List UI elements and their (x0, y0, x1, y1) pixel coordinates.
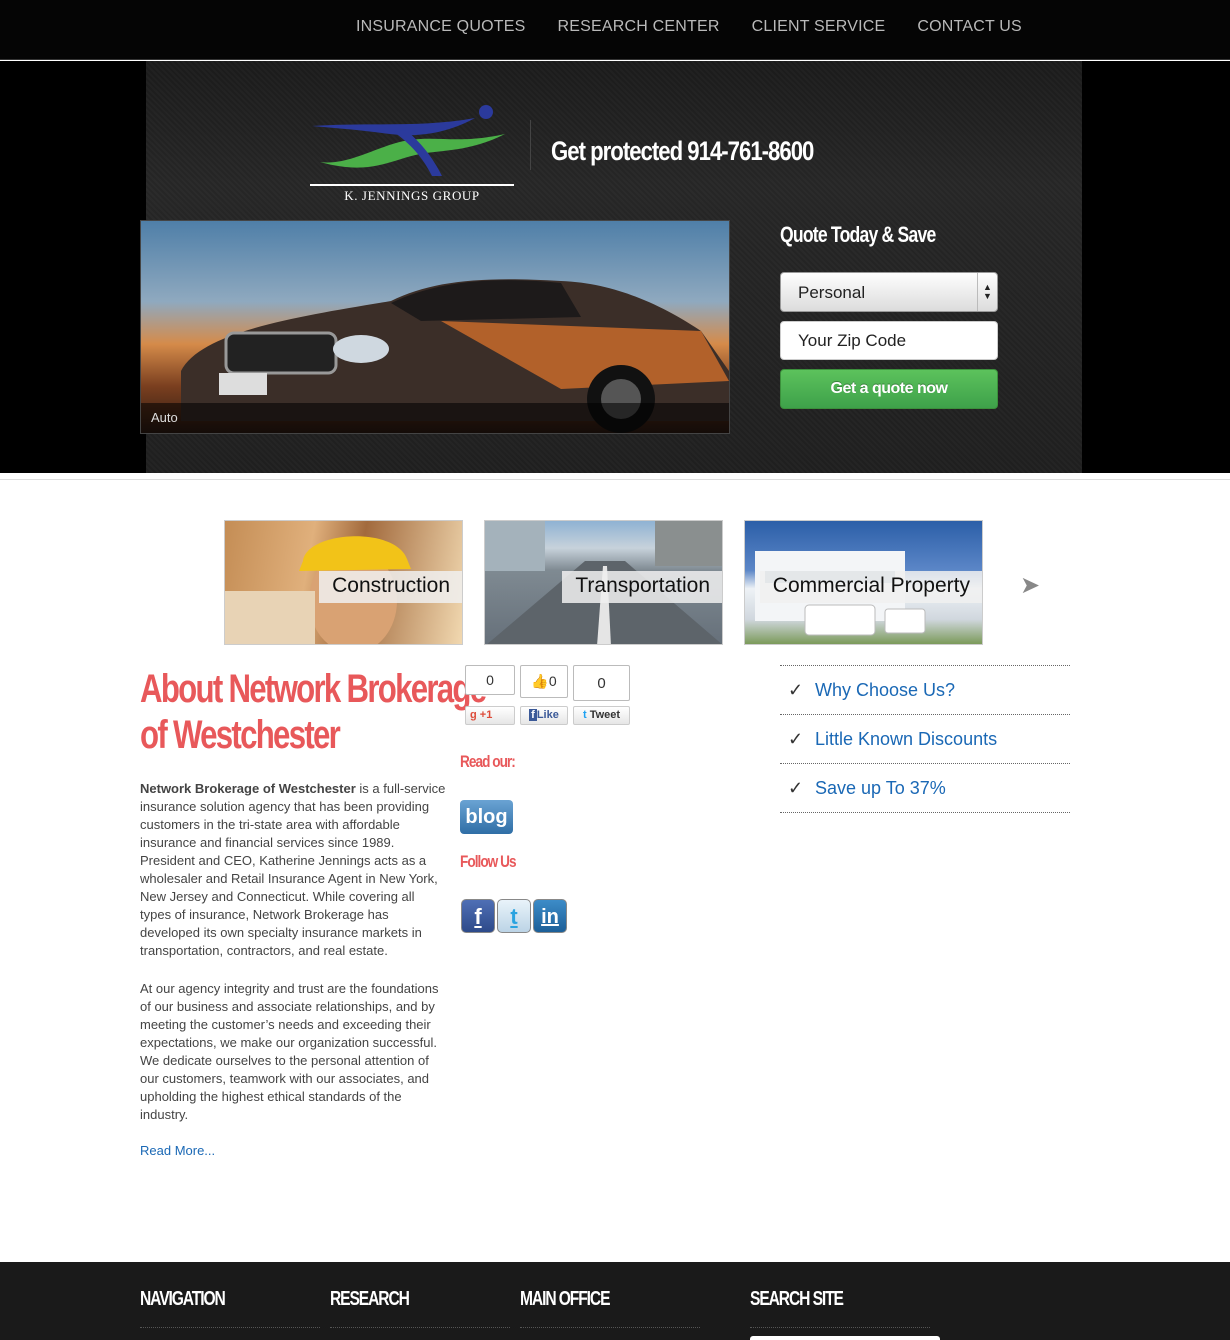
benefits-list: ✓ Why Choose Us? ✓ Little Known Discount… (780, 665, 1070, 813)
about-heading: About Network Brokerage of Westchester (140, 666, 487, 758)
facebook-small-icon: f (529, 709, 537, 721)
company-logo[interactable]: K. JENNINGS GROUP (310, 104, 514, 208)
facebook-icon[interactable]: f (461, 899, 495, 933)
logo-text: K. JENNINGS GROUP (344, 188, 480, 203)
twitter-icon[interactable]: t (497, 899, 531, 933)
footer-search-input[interactable] (750, 1336, 940, 1340)
benefit-item-why-choose-us: ✓ Why Choose Us? (780, 666, 1070, 715)
check-icon: ✓ (788, 679, 804, 700)
main-nav: INSURANCE QUOTES RESEARCH CENTER CLIENT … (340, 18, 1038, 36)
about-heading-line2: of Westchester (140, 713, 341, 757)
header-divider (530, 120, 531, 170)
phone-tagline: Get protected 914-761-8600 (551, 136, 814, 166)
footer-divider (140, 1327, 320, 1328)
quote-form-title: Quote Today & Save (780, 222, 936, 247)
tile-transportation[interactable]: Transportation (484, 520, 723, 645)
get-quote-button[interactable]: Get a quote now (780, 369, 998, 409)
top-nav-bar: INSURANCE QUOTES RESEARCH CENTER CLIENT … (0, 0, 1230, 60)
about-company-name: Network Brokerage of Westchester (140, 781, 356, 796)
facebook-like-count-box: 👍0 (520, 665, 568, 698)
thumbs-up-icon: 👍 (531, 673, 549, 689)
footer-divider (330, 1327, 510, 1328)
tile-construction[interactable]: Construction (224, 520, 463, 645)
footer-heading-navigation: NAVIGATION (140, 1288, 226, 1310)
footer-divider (520, 1327, 700, 1328)
about-paragraph-1-text: is a full-service insurance solution age… (140, 781, 446, 958)
tweet-label: Tweet (589, 709, 621, 721)
slide-caption: Auto (141, 403, 729, 433)
tile-label-commercial-property: Commercial Property (759, 571, 982, 603)
benefit-link-save[interactable]: Save up To 37% (815, 778, 946, 799)
facebook-like-button[interactable]: f Like (520, 706, 568, 725)
select-arrows-icon: ▲ ▼ (977, 273, 997, 311)
gplus-label: +1 (479, 709, 493, 721)
zip-code-input[interactable] (780, 321, 998, 360)
gplus-icon: g (470, 709, 477, 721)
about-paragraph-1: Network Brokerage of Westchester is a fu… (140, 780, 446, 960)
logo-swoosh-icon (312, 105, 505, 176)
read-our-heading: Read our: (460, 752, 516, 771)
hero-slider[interactable]: Auto (140, 220, 730, 434)
benefit-link-discounts[interactable]: Little Known Discounts (815, 729, 997, 750)
linkedin-icon[interactable]: in (533, 899, 567, 933)
nav-insurance-quotes[interactable]: INSURANCE QUOTES (356, 18, 525, 36)
gplus-count: 0 (465, 665, 515, 695)
carousel-next-arrow-icon[interactable]: ➤ (1020, 571, 1040, 600)
about-heading-line1: About Network Brokerage (140, 667, 487, 711)
like-count: 0 (548, 673, 557, 689)
like-label: Like (536, 709, 559, 721)
footer-divider (750, 1327, 930, 1328)
footer-heading-main-office: MAIN OFFICE (520, 1288, 610, 1310)
footer-heading-research: RESEARCH (330, 1288, 410, 1310)
follow-us-heading: Follow Us (460, 852, 517, 871)
tweet-count: 0 (573, 665, 630, 701)
tweet-button[interactable]: t Tweet (573, 706, 630, 725)
tile-label-construction: Construction (319, 571, 462, 603)
nav-research-center[interactable]: RESEARCH CENTER (557, 18, 719, 36)
nav-contact-us[interactable]: CONTACT US (917, 18, 1022, 36)
insurance-type-value: Personal (798, 283, 866, 302)
logo-underline (310, 184, 514, 186)
blog-icon[interactable]: blog (460, 800, 513, 834)
tile-commercial-property[interactable]: Commercial Property (744, 520, 983, 645)
benefit-link-why-choose-us[interactable]: Why Choose Us? (815, 680, 955, 701)
insurance-type-select[interactable]: Personal ▲ ▼ (780, 272, 998, 312)
benefit-item-discounts: ✓ Little Known Discounts (780, 715, 1070, 764)
check-icon: ✓ (788, 728, 804, 749)
twitter-small-icon: t (582, 709, 587, 721)
check-icon: ✓ (788, 777, 804, 798)
read-more-link[interactable]: Read More... (140, 1143, 215, 1158)
about-paragraph-2: At our agency integrity and trust are th… (140, 981, 439, 1122)
gplus-button[interactable]: g +1 (465, 706, 515, 725)
tile-label-transportation: Transportation (562, 571, 722, 603)
footer-heading-search-site: SEARCH SITE (750, 1288, 844, 1310)
benefit-item-save: ✓ Save up To 37% (780, 764, 1070, 813)
section-divider (0, 479, 1230, 480)
nav-client-service[interactable]: CLIENT SERVICE (752, 18, 886, 36)
